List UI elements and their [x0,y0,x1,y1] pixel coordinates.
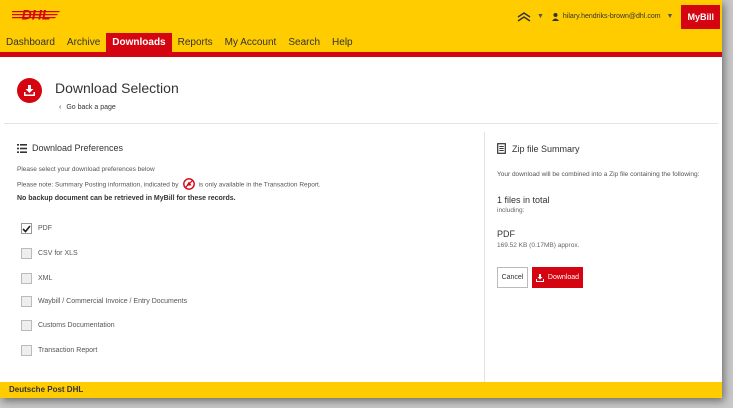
nav-dashboard[interactable]: Dashboard [0,33,61,52]
user-email: hilary.hendriks-brown@dhl.com [562,13,661,20]
option-customs[interactable]: Customs Documentation [21,320,115,331]
user-menu[interactable]: hilary.hendriks-brown@dhl.com ▼ [551,12,674,21]
checkbox-pdf[interactable] [21,223,32,234]
back-link[interactable]: ‹ Go back a page [59,104,116,111]
nav-search[interactable]: Search [282,33,326,52]
preferences-instruction: Please select your download preferences … [17,166,155,173]
top-bar: DHL ▼ hilary.hendriks-brown@dhl.com ▼ My… [0,0,722,33]
checkbox-csv[interactable] [21,248,32,259]
checkbox-customs[interactable] [21,320,32,331]
list-icon [17,143,27,153]
file-type: PDF [497,229,515,239]
main-nav: Dashboard Archive Downloads Reports My A… [0,33,722,57]
zip-title-label: Zip file Summary [512,143,580,154]
checkbox-xml[interactable] [21,273,32,284]
document-icon [497,143,506,154]
download-icon [535,273,544,282]
download-preferences-title: Download Preferences [17,143,123,153]
zip-summary-title: Zip file Summary [497,143,580,154]
option-label: CSV for XLS [38,250,78,257]
including-label: including: [497,207,525,214]
checkbox-waybill[interactable] [21,296,32,307]
app-window: DHL ▼ hilary.hendriks-brown@dhl.com ▼ My… [0,0,722,398]
caret-down-icon: ▼ [536,13,544,20]
page-header [17,78,42,103]
notifications-toggle[interactable]: ▼ [517,11,544,22]
nav-archive[interactable]: Archive [61,33,106,52]
checkbox-transaction-report[interactable] [21,345,32,356]
dhl-logo[interactable]: DHL [12,6,62,22]
option-label: Transaction Report [38,347,98,354]
caret-down-icon: ▼ [666,13,674,20]
option-csv[interactable]: CSV for XLS [21,248,78,259]
preferences-note: Please note: Summary Posting information… [17,178,321,192]
option-xml[interactable]: XML [21,273,52,284]
cancel-button[interactable]: Cancel [497,267,528,288]
nav-reports[interactable]: Reports [172,33,219,52]
column-separator [484,132,485,382]
option-label: PDF [38,225,52,232]
double-chevron-up-icon [517,11,531,22]
preferences-warning: No backup document can be retrieved in M… [17,195,236,202]
zip-description: Your download will be combined into a Zi… [497,171,700,178]
option-pdf[interactable]: PDF [21,223,52,234]
option-label: Waybill / Commercial Invoice / Entry Doc… [38,298,188,305]
footer: Deutsche Post DHL [0,382,722,398]
download-button-label: Download [547,274,580,281]
nav-help[interactable]: Help [326,33,359,52]
nav-downloads[interactable]: Downloads [106,33,172,52]
download-icon [17,78,42,103]
option-label: XML [38,275,53,282]
footer-text: Deutsche Post DHL [9,385,84,394]
divider [4,123,718,124]
check-icon [22,224,31,233]
option-label: Customs Documentation [38,322,115,329]
mybill-button[interactable]: MyBill [681,4,720,29]
nav-my-account[interactable]: My Account [219,33,283,52]
download-button[interactable]: Download [532,267,583,288]
summary-posting-icon [182,178,195,192]
option-transaction-report[interactable]: Transaction Report [21,345,97,356]
back-link-label: Go back a page [66,104,116,111]
chevron-left-icon: ‹ [59,104,62,111]
option-waybill[interactable]: Waybill / Commercial Invoice / Entry Doc… [21,296,187,307]
nav-items: Dashboard Archive Downloads Reports My A… [0,33,359,52]
file-size: 169.52 KB (0.17MB) approx. [497,242,580,249]
note-suffix: is only available in the Transaction Rep… [198,181,321,189]
note-prefix: Please note: Summary Posting information… [17,181,179,189]
top-right-controls: ▼ hilary.hendriks-brown@dhl.com ▼ MyBill [517,0,722,33]
section-title-label: Download Preferences [32,143,124,153]
user-icon [551,12,559,21]
files-total: 1 files in total [497,195,550,205]
logo-text: DHL [22,7,51,23]
page-title: Download Selection [55,80,179,96]
